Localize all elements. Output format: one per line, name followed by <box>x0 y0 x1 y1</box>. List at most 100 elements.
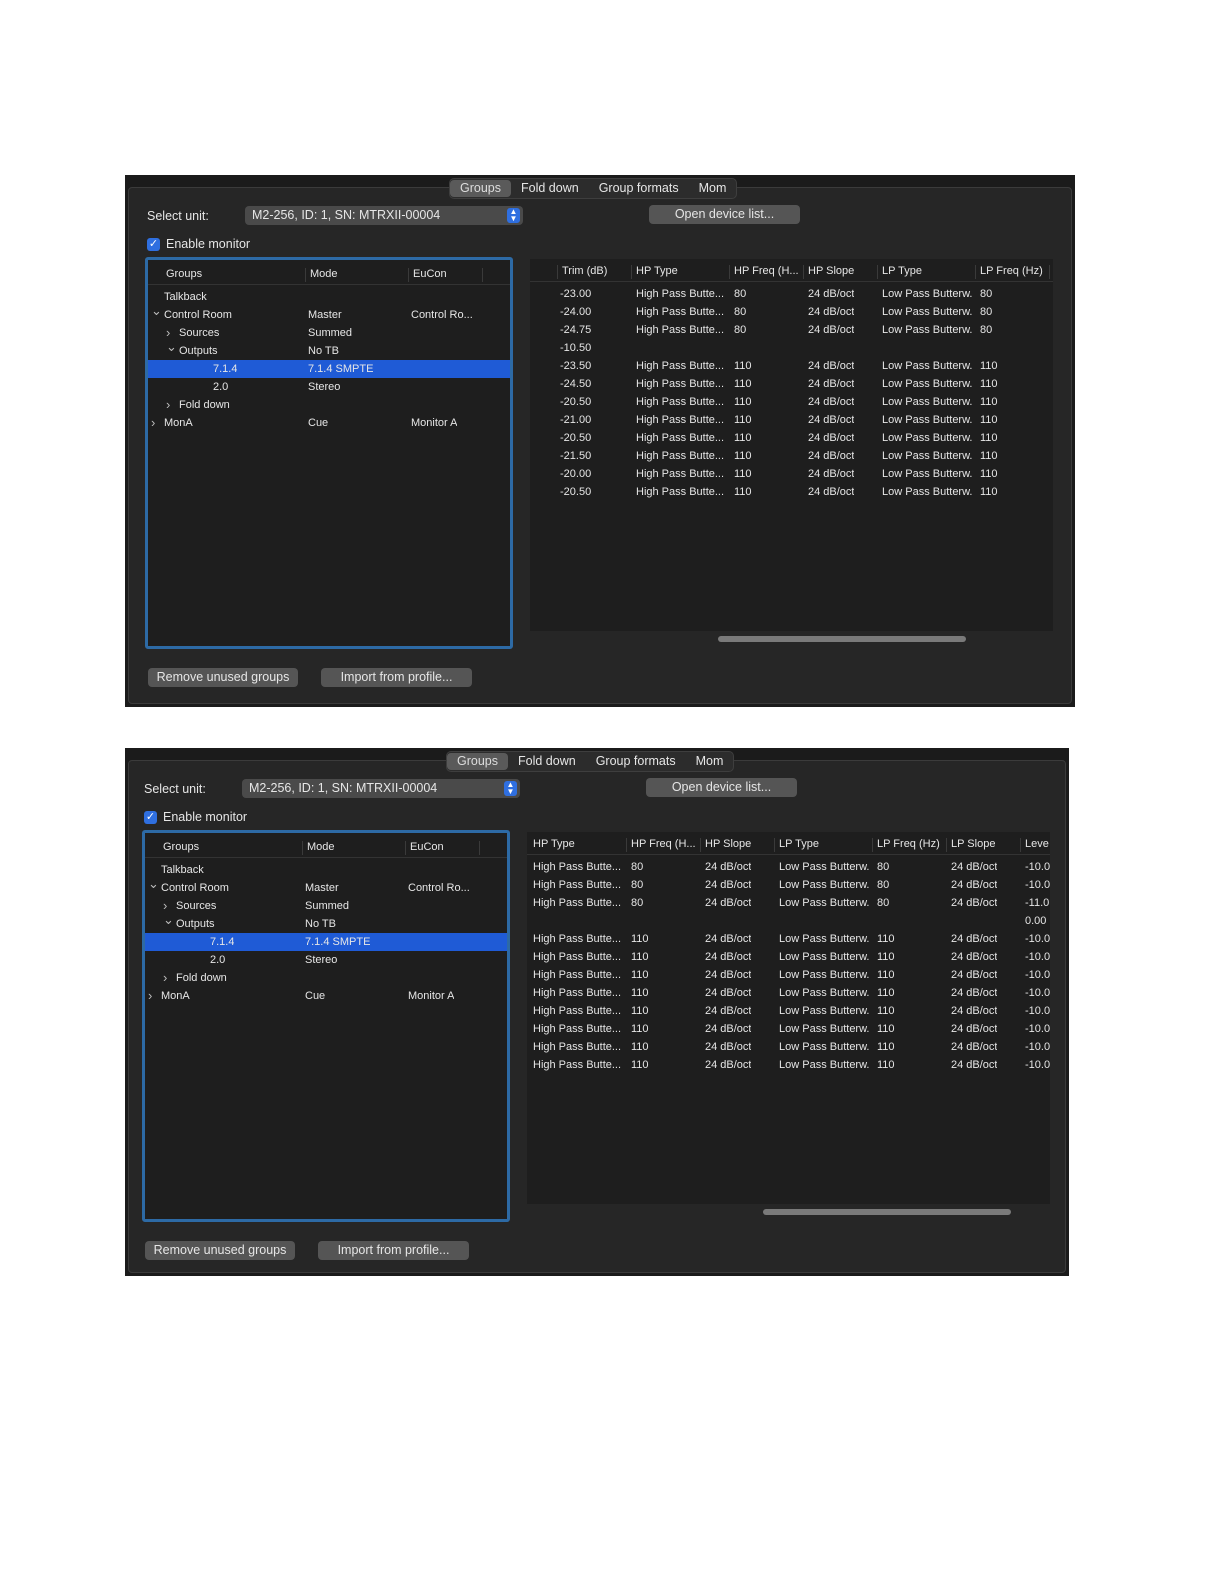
tab-fold-down[interactable]: Fold down <box>508 753 586 770</box>
unit-select[interactable]: M2-256, ID: 1, SN: MTRXII-00004 ▲ ▼ <box>245 206 523 225</box>
column-header[interactable]: LP Type <box>882 265 922 277</box>
tab-group-formats[interactable]: Group formats <box>586 753 686 770</box>
remove-unused-groups-button[interactable]: Remove unused groups <box>148 668 298 687</box>
group-row[interactable]: › Fold down <box>145 969 507 987</box>
channel-row[interactable]: High Pass Butte... 110 24 dB/oct Low Pass B… <box>527 966 1050 984</box>
channel-row[interactable]: -21.50 High Pass Butte... 110 24 dB/oct Low … <box>530 447 1053 465</box>
tab-groups[interactable]: Groups <box>447 753 508 770</box>
channel-row[interactable]: -20.50 High Pass Butte... 110 24 dB/oct Low … <box>530 393 1053 411</box>
tab-mom[interactable]: Mom <box>689 180 737 197</box>
column-header[interactable]: EuCon <box>413 268 447 280</box>
column-header[interactable]: EuCon <box>410 841 444 853</box>
group-row[interactable]: ⌄ Outputs No TB <box>145 912 507 933</box>
group-row[interactable]: ⌄ Control Room Master Control Ro... <box>145 876 507 897</box>
channel-row[interactable]: High Pass Butte... 80 24 dB/oct Low Pass Bu… <box>527 894 1050 912</box>
channel-row[interactable]: -21.00 High Pass Butte... 110 24 dB/oct Low … <box>530 411 1053 429</box>
chevron-right-icon[interactable]: › <box>163 970 167 985</box>
tab-mom[interactable]: Mom <box>686 753 734 770</box>
channel-row[interactable]: High Pass Butte... 80 24 dB/oct Low Pass Bu… <box>527 876 1050 894</box>
channel-row[interactable]: High Pass Butte... 110 24 dB/oct Low Pass B… <box>527 984 1050 1002</box>
channel-row[interactable]: -24.50 High Pass Butte... 110 24 dB/oct Low … <box>530 375 1053 393</box>
open-device-list-button[interactable]: Open device list... <box>649 205 800 224</box>
chevron-down-icon[interactable]: ⌄ <box>166 339 177 355</box>
column-header[interactable]: LP Freq (Hz) <box>877 838 940 850</box>
channel-cell: -10.0 <box>1025 1005 1050 1017</box>
channel-row[interactable]: -23.00 High Pass Butte... 80 24 dB/oct Low P… <box>530 285 1053 303</box>
tab-groups[interactable]: Groups <box>450 180 511 197</box>
enable-monitor-checkbox[interactable]: ✓ <box>144 811 157 824</box>
group-row[interactable]: ⌄ Outputs No TB <box>148 339 510 360</box>
tab-group-formats[interactable]: Group formats <box>589 180 689 197</box>
column-header[interactable]: LP Slope <box>951 838 995 850</box>
column-header[interactable]: Trim (dB) <box>562 265 607 277</box>
column-header[interactable]: HP Freq (H... <box>631 838 696 850</box>
column-header[interactable]: Mode <box>307 841 335 853</box>
channel-table[interactable]: Trim (dB) HP Type HP Freq (H... HP Slope LP … <box>530 259 1053 647</box>
channel-row[interactable]: High Pass Butte... 110 24 dB/oct Low Pass B… <box>527 1020 1050 1038</box>
channel-row[interactable]: High Pass Butte... 110 24 dB/oct Low Pass B… <box>527 930 1050 948</box>
column-header[interactable]: Leve <box>1025 838 1049 850</box>
column-header[interactable]: Mode <box>310 268 338 280</box>
enable-monitor-checkbox[interactable]: ✓ <box>147 238 160 251</box>
channel-row[interactable]: -20.50 High Pass Butte... 110 24 dB/oct Low … <box>530 483 1053 501</box>
channel-row[interactable]: -24.75 High Pass Butte... 80 24 dB/oct Low P… <box>530 321 1053 339</box>
channel-row[interactable]: High Pass Butte... 110 24 dB/oct Low Pass B… <box>527 1038 1050 1056</box>
groups-table[interactable]: Groups Mode EuCon Talkback ⌄ Control Room Mast… <box>145 257 513 649</box>
group-row[interactable]: ⌄ Control Room Master Control Ro... <box>148 303 510 324</box>
column-header[interactable]: LP Freq (Hz) <box>980 265 1043 277</box>
channel-table[interactable]: HP Type HP Freq (H... HP Slope LP Type LP Fr… <box>527 832 1050 1220</box>
chevron-down-icon[interactable]: ⌄ <box>148 876 159 892</box>
group-row[interactable]: Talkback <box>145 861 507 879</box>
group-row[interactable]: › MonA Cue Monitor A <box>145 987 507 1005</box>
channel-cell: 110 <box>980 450 998 462</box>
tab-fold-down[interactable]: Fold down <box>511 180 589 197</box>
column-header[interactable]: LP Type <box>779 838 819 850</box>
unit-select[interactable]: M2-256, ID: 1, SN: MTRXII-00004 ▲ ▼ <box>242 779 520 798</box>
column-header[interactable]: HP Freq (H... <box>734 265 799 277</box>
chevron-down-icon[interactable]: ⌄ <box>151 303 162 319</box>
channel-row[interactable]: High Pass Butte... 110 24 dB/oct Low Pass B… <box>527 948 1050 966</box>
remove-unused-groups-button[interactable]: Remove unused groups <box>145 1241 295 1260</box>
channel-row[interactable]: -23.50 High Pass Butte... 110 24 dB/oct Low … <box>530 357 1053 375</box>
group-row[interactable]: › MonA Cue Monitor A <box>148 414 510 432</box>
channel-row[interactable]: 0.00 <box>527 912 1050 930</box>
column-header[interactable]: HP Type <box>533 838 575 850</box>
channel-cell: 24 dB/oct <box>705 933 752 945</box>
groups-table[interactable]: Groups Mode EuCon Talkback ⌄ Control Room Mast… <box>142 830 510 1222</box>
group-row[interactable]: › Sources Summed <box>145 897 507 915</box>
channel-row[interactable]: -24.00 High Pass Butte... 80 24 dB/oct Low P… <box>530 303 1053 321</box>
column-header[interactable]: HP Type <box>636 265 678 277</box>
import-from-profile-button[interactable]: Import from profile... <box>321 668 472 687</box>
group-row[interactable]: 2.0 Stereo <box>148 378 510 396</box>
group-row[interactable]: › Sources Summed <box>148 324 510 342</box>
scrollbar-thumb[interactable] <box>763 1209 1011 1215</box>
chevron-right-icon[interactable]: › <box>166 397 170 412</box>
channel-row[interactable]: -20.00 High Pass Butte... 110 24 dB/oct Low … <box>530 465 1053 483</box>
group-row[interactable]: Talkback <box>148 288 510 306</box>
scrollbar-thumb[interactable] <box>718 636 966 642</box>
chevron-right-icon[interactable]: › <box>148 988 152 1003</box>
channel-row[interactable]: -20.50 High Pass Butte... 110 24 dB/oct Low … <box>530 429 1053 447</box>
horizontal-scrollbar[interactable] <box>527 1204 1050 1220</box>
column-separator <box>946 838 947 852</box>
chevron-right-icon[interactable]: › <box>151 415 155 430</box>
column-header[interactable]: HP Slope <box>808 265 854 277</box>
channel-row[interactable]: High Pass Butte... 110 24 dB/oct Low Pass B… <box>527 1002 1050 1020</box>
horizontal-scrollbar[interactable] <box>530 631 1053 647</box>
column-header[interactable]: Groups <box>166 268 202 280</box>
chevron-right-icon[interactable]: › <box>163 898 167 913</box>
channel-row[interactable]: High Pass Butte... 80 24 dB/oct Low Pass Bu… <box>527 858 1050 876</box>
chevron-down-icon[interactable]: ⌄ <box>163 912 174 928</box>
group-row[interactable]: › Fold down <box>148 396 510 414</box>
group-row[interactable]: 7.1.4 7.1.4 SMPTE <box>145 933 507 951</box>
group-row[interactable]: 7.1.4 7.1.4 SMPTE <box>148 360 510 378</box>
import-from-profile-button[interactable]: Import from profile... <box>318 1241 469 1260</box>
group-row[interactable]: 2.0 Stereo <box>145 951 507 969</box>
column-header[interactable]: Groups <box>163 841 199 853</box>
channel-cell: 80 <box>980 306 993 318</box>
chevron-right-icon[interactable]: › <box>166 325 170 340</box>
open-device-list-button[interactable]: Open device list... <box>646 778 797 797</box>
channel-row[interactable]: High Pass Butte... 110 24 dB/oct Low Pass B… <box>527 1056 1050 1074</box>
column-header[interactable]: HP Slope <box>705 838 751 850</box>
channel-row[interactable]: -10.50 <box>530 339 1053 357</box>
